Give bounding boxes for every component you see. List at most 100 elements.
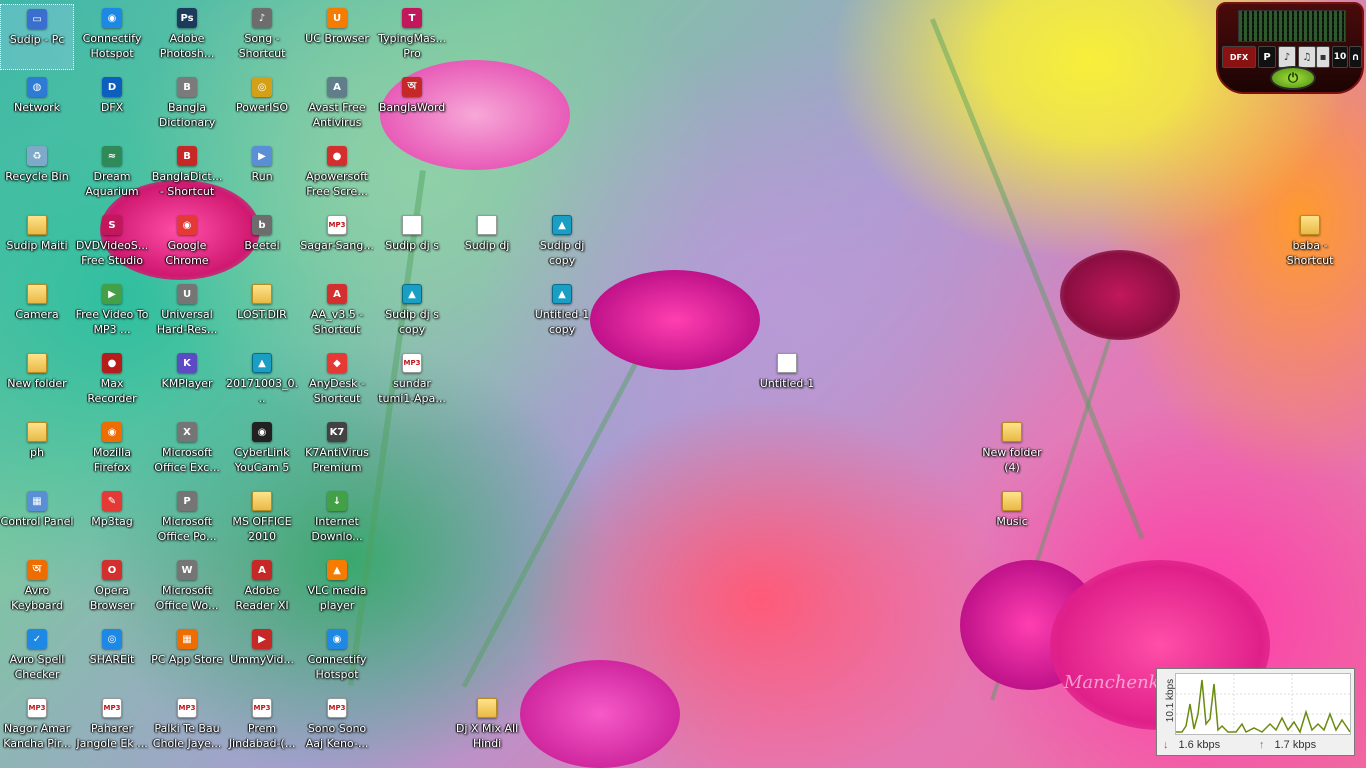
dfx-widget[interactable]: DFX P ♪ ♫ ▪ 10 ∩ ⏻ [1216,2,1364,94]
desktop-icon[interactable]: ▲ VLC media player [300,556,374,622]
dfx-10-button[interactable]: 10 [1332,46,1348,68]
desktop-icon[interactable]: MP3 Sagar-Sang... [300,211,374,277]
desktop-icon[interactable]: অ Avro Keyboard [0,556,74,622]
desktop-icon[interactable]: MP3 Paharer Jangole Ek ... [75,694,149,760]
desktop-icon[interactable]: ◉ Connectify Hotspot 2018 [300,625,374,691]
desktop-icon[interactable]: ✎ Mp3tag [75,487,149,553]
desktop-icon[interactable]: New folder (4) [975,418,1049,484]
desktop-icon[interactable]: ▲ Sudip dj copy [525,211,599,277]
desktop-icon[interactable]: ▶ UmmyVid... [225,625,299,691]
desktop-icon[interactable]: MS OFFICE 2010 [225,487,299,553]
desktop-icon[interactable]: MP3 sundar tumi1-Apa... [375,349,449,415]
desktop-icon-label: Network [14,101,60,114]
desktop-icon[interactable]: LOST.DIR [225,280,299,346]
desktop-icon[interactable]: ♪ Song - Shortcut [225,4,299,70]
dfx-headphone-button[interactable]: ∩ [1349,46,1362,68]
desktop-icon[interactable]: ◎ SHAREit [75,625,149,691]
desktop-icon[interactable]: MP3 Palki Te Bau Chole Jaye... [150,694,224,760]
desktop-icon-label: PC App Store [151,653,223,666]
desktop-icon-label: Apowersoft Free Scre... [306,170,368,198]
desktop-icon[interactable]: ◉ Google Chrome [150,211,224,277]
desktop-icon-label: Sudip dj copy [539,239,585,267]
desktop-icon[interactable]: ▲ 20171003_0... [225,349,299,415]
desktop-icon[interactable]: A Avast Free Antivirus [300,73,374,139]
desktop-icon-label: Sagar-Sang... [300,239,374,252]
app-icon: K7 [327,422,347,442]
desktop-icon[interactable]: U Universal Hard-Res... [150,280,224,346]
desktop-icon-label: Run [251,170,273,183]
desktop-icon[interactable]: ▦ PC App Store [150,625,224,691]
upload-rate-value: 1.7 kbps [1274,739,1317,751]
headphone-icon: ∩ [1351,51,1360,63]
desktop-icon[interactable]: ▦ Control Panel [0,487,74,553]
desktop-icon[interactable]: ph [0,418,74,484]
app-icon: ◉ [177,215,197,235]
desktop-icon-label: Paharer Jangole Ek ... [76,722,148,750]
desktop-icon[interactable]: ◉ Mozilla Firefox [75,418,149,484]
desktop-icon[interactable]: ◎ PowerISO [225,73,299,139]
desktop-icon[interactable]: ● Max Recorder [75,349,149,415]
desktop-icon[interactable]: ▶ Free Video To MP3 ... [75,280,149,346]
desktop-icon[interactable]: ▲ Untitled-1 copy [525,280,599,346]
desktop-icon[interactable]: Dj X Mix All Hindi [450,694,524,760]
app-icon: ♻ [27,146,47,166]
desktop-icon[interactable]: K KMPlayer [150,349,224,415]
desktop-icon[interactable]: Music [975,487,1049,553]
dfx-power-button[interactable]: ⏻ [1270,66,1316,90]
desktop-icon[interactable]: অ BanglaWord [375,73,449,139]
app-icon: ▶ [252,146,272,166]
desktop-icon-label: Sudip - Pc [9,33,65,46]
desktop-icon[interactable]: Sudip dj s [375,211,449,277]
desktop-icon-label: Microsoft Office Wo... [155,584,219,612]
app-icon: অ [27,560,47,580]
desktop-icon[interactable]: O Opera Browser [75,556,149,622]
desktop-icon[interactable]: MP3 Prem Jindabad-(... [225,694,299,760]
network-meter-widget[interactable]: 10.1 kbps ↓ 1.6 kbps ↑ 1.7 kbps [1156,668,1355,756]
desktop-icon[interactable]: Sudip Maiti [0,211,74,277]
desktop-icon[interactable]: MP3 Nagor Amar Kancha Pir... [0,694,74,760]
desktop-icon[interactable]: D DFX [75,73,149,139]
desktop-icon[interactable]: Untitled-1 [750,349,824,415]
dfx-p-button[interactable]: P [1258,46,1276,68]
folder-icon [1002,491,1022,511]
desktop-icon[interactable]: ▭ Sudip - Pc [0,4,74,70]
wallpaper-watermark: Manchenk [1064,672,1160,693]
desktop-icon[interactable]: W Microsoft Office Wo... [150,556,224,622]
desktop-icon[interactable]: ↓ Internet Downlo... [300,487,374,553]
desktop-icon[interactable]: K7 K7AntiVirus Premium [300,418,374,484]
doc-icon [777,353,797,373]
desktop-icon[interactable]: ◍ Network [0,73,74,139]
desktop-icon[interactable]: U UC Browser [300,4,374,70]
desktop-icon[interactable]: B BanglaDict... - Shortcut [150,142,224,208]
desktop-icon[interactable]: Ps Adobe Photosh... [150,4,224,70]
desktop-icon[interactable]: Sudip dj [450,211,524,277]
app-icon: ▶ [252,629,272,649]
desktop-icon[interactable]: baba - Shortcut [1273,211,1347,277]
desktop-icon[interactable]: S DVDVideoS... Free Studio [75,211,149,277]
desktop-icon[interactable]: MP3 Sono Sono Aaj Keno-... [300,694,374,760]
desktop-icon[interactable]: ✓ Avro Spell Checker [0,625,74,691]
folder-icon [27,215,47,235]
desktop-icon[interactable]: X Microsoft Office Exc... [150,418,224,484]
desktop-icon[interactable]: b Beetel [225,211,299,277]
desktop-icon[interactable]: T TypingMas... Pro [375,4,449,70]
desktop-icon[interactable]: ▶ Run [225,142,299,208]
dfx-logo-button[interactable]: DFX [1222,46,1256,68]
desktop-icon[interactable]: ◆ AnyDesk - Shortcut [300,349,374,415]
desktop-icon[interactable]: ≈ Dream Aquarium [75,142,149,208]
dfx-music2-button[interactable]: ♫ [1298,46,1316,68]
desktop-icon[interactable]: ◉ CyberLink YouCam 5 [225,418,299,484]
desktop-icon[interactable]: P Microsoft Office Po... [150,487,224,553]
dfx-music-button[interactable]: ♪ [1278,46,1296,68]
desktop-icon[interactable]: ▲ Sudip dj s copy [375,280,449,346]
desktop-icon[interactable]: B Bangla Dictionary [150,73,224,139]
desktop-icon[interactable]: ● Apowersoft Free Scre... [300,142,374,208]
desktop-icon[interactable]: A Adobe Reader XI [225,556,299,622]
mp3-icon: MP3 [402,353,422,373]
desktop-icon[interactable]: ♻ Recycle Bin [0,142,74,208]
desktop-icon[interactable]: New folder [0,349,74,415]
dfx-speaker-button[interactable]: ▪ [1316,46,1330,68]
desktop-icon[interactable]: Camera [0,280,74,346]
desktop-icon[interactable]: ◉ Connectify Hotspot 2017 [75,4,149,70]
desktop-icon[interactable]: A AA_v3.5 - Shortcut [300,280,374,346]
